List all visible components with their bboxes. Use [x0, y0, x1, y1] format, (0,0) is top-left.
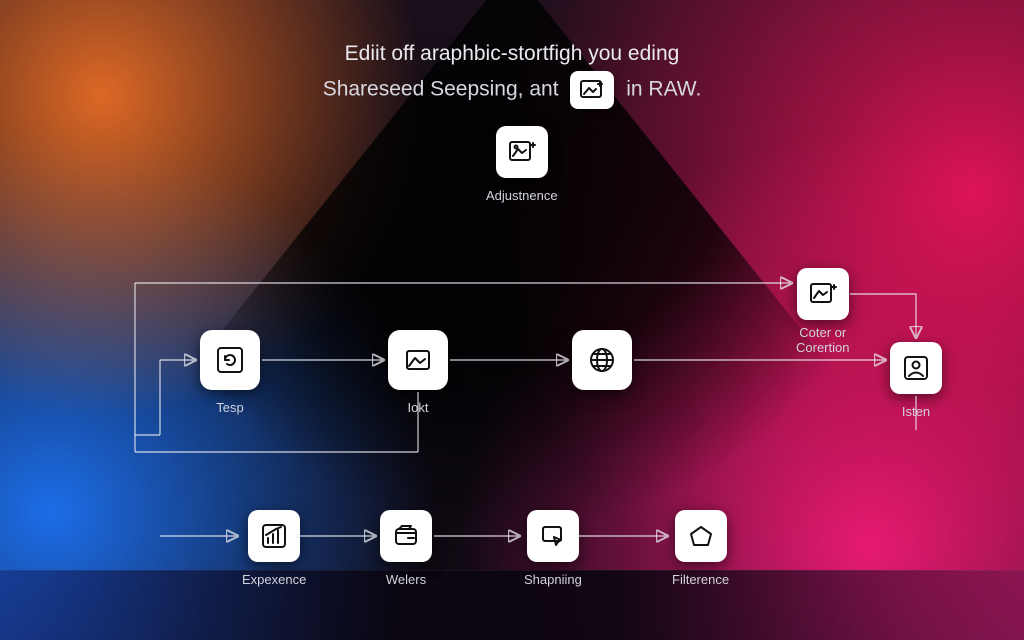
person-icon: [901, 353, 931, 383]
label-tesp: Tesp: [200, 400, 260, 415]
node-welers: Welers: [380, 510, 432, 587]
image-export-icon: [507, 138, 537, 166]
backdrop-floor: [0, 570, 1024, 640]
node-iokt: Iokt: [388, 330, 448, 415]
tile-experience: [248, 510, 300, 562]
label-iokt: Iokt: [388, 400, 448, 415]
image-icon: [401, 343, 435, 377]
node-globe: [572, 330, 632, 400]
bar-chart-icon: [259, 521, 289, 551]
globe-icon: [584, 342, 620, 378]
tile-shaping: [527, 510, 579, 562]
node-tesp: Tesp: [200, 330, 260, 415]
node-isten: Isten: [890, 342, 942, 419]
inline-raw-tile: [570, 71, 614, 109]
label-welers: Welers: [380, 572, 432, 587]
label-filter: Filterence: [672, 572, 729, 587]
tile-filter: [675, 510, 727, 562]
label-adjust: Adjustnence: [486, 188, 558, 203]
node-filter: Filterence: [672, 510, 729, 587]
tile-welers: [380, 510, 432, 562]
heading-line-2a: Shareseed Seepsing, ant: [323, 77, 559, 100]
image-plus-icon: [808, 280, 838, 308]
tile-globe: [572, 330, 632, 390]
heading-line-2: Shareseed Seepsing, ant in RAW.: [232, 71, 792, 109]
node-shaping: Shapniing: [524, 510, 582, 587]
label-shaping: Shapniing: [524, 572, 582, 587]
image-export-icon: [578, 78, 606, 102]
diagram-canvas: Ediit off araphbic-stortfigh you eding S…: [0, 0, 1024, 640]
tile-color: [797, 268, 849, 320]
label-experience: Expexence: [242, 572, 306, 587]
tile-isten: [890, 342, 942, 394]
heading-line-2b: in RAW.: [626, 77, 701, 100]
node-experience: Expexence: [242, 510, 306, 587]
label-color: Coter or Corertion: [796, 326, 849, 356]
refresh-icon: [213, 343, 247, 377]
tile-tesp: [200, 330, 260, 390]
label-isten: Isten: [890, 404, 942, 419]
node-adjust: Adjustnence: [486, 126, 558, 203]
tile-adjust: [496, 126, 548, 178]
wallet-icon: [391, 521, 421, 551]
pentagon-icon: [686, 521, 716, 551]
tile-iokt: [388, 330, 448, 390]
heading-block: Ediit off araphbic-stortfigh you eding S…: [232, 38, 792, 109]
heading-line-1: Ediit off araphbic-stortfigh you eding: [232, 38, 792, 71]
node-color: Coter or Corertion: [796, 268, 849, 356]
cursor-rect-icon: [538, 521, 568, 551]
